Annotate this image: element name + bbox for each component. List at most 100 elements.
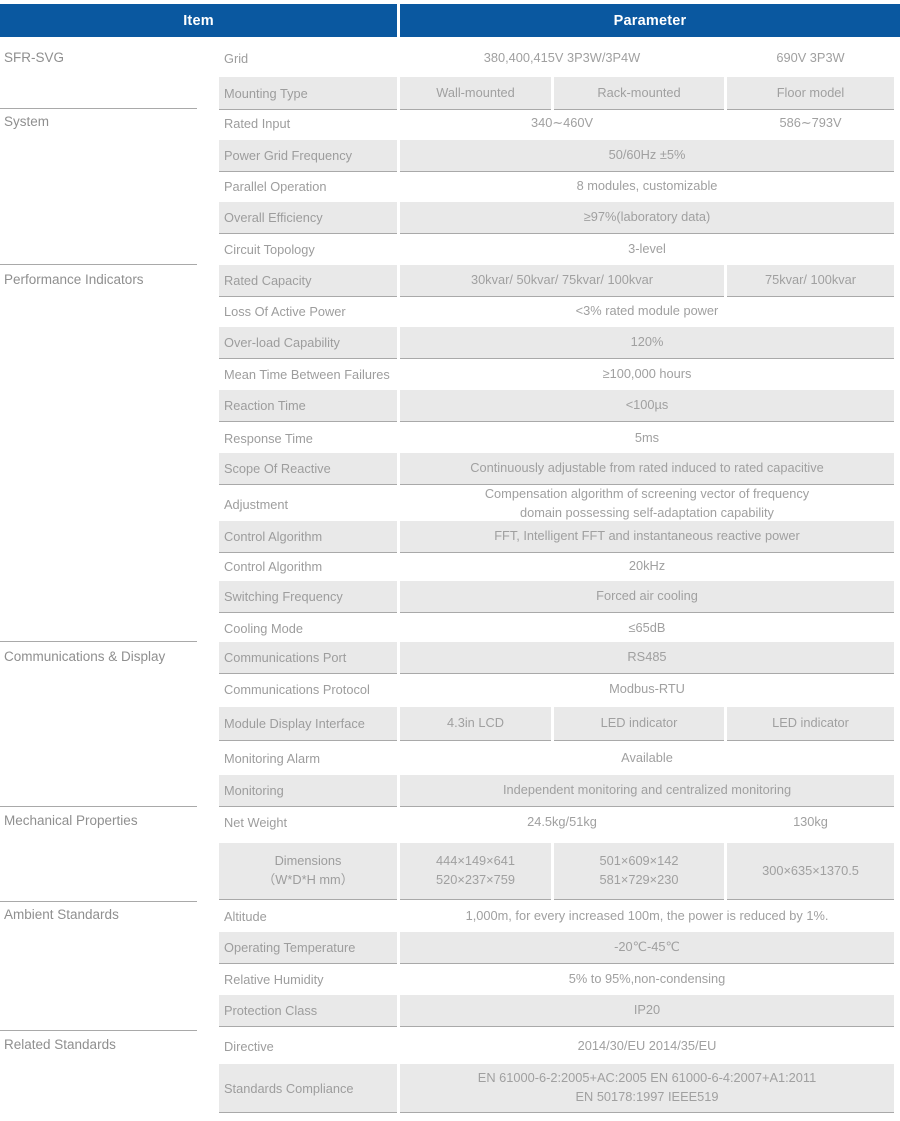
table-row: Adjustment Compensation algorithm of scre…: [0, 486, 900, 522]
row-underline: [219, 740, 397, 741]
table-row: Power Grid Frequency 50/60Hz ±5%: [0, 140, 900, 172]
row-item-label: Switching Frequency: [219, 581, 397, 612]
row-value-cell: LED indicator: [554, 707, 724, 740]
row-item-label: Adjustment: [224, 496, 289, 512]
table-row: Control Algorithm FFT, Intelligent FFT an…: [0, 521, 900, 553]
row-value-cell: Forced air cooling: [400, 581, 894, 612]
row-item-label: Parallel Operation: [224, 178, 327, 194]
row-item-label: Protection Class: [219, 995, 397, 1026]
row-item-label: Monitoring Alarm: [224, 750, 321, 766]
category-separator-rule: [0, 641, 197, 642]
row-underline: [554, 740, 724, 741]
row-value-cell: 3-level: [628, 240, 666, 256]
row-underline: [219, 899, 397, 900]
table-row: Over-load Capability 120%: [0, 327, 900, 359]
row-value-cell: 120%: [400, 327, 894, 358]
category-label: Related Standards: [4, 1037, 116, 1052]
category-separator-rule: [0, 806, 197, 807]
category-label: SFR-SVG: [4, 50, 65, 65]
row-value-cell: Continuously adjustable from rated induc…: [400, 453, 894, 484]
row-underline: [400, 421, 894, 422]
specification-table: Item Parameter Grid 380,400,415V 3P3W/3P4…: [0, 0, 900, 1121]
row-item-label: Control Algorithm: [224, 558, 323, 574]
row-value-cell: 2014/30/EU 2014/35/EU: [577, 1037, 717, 1053]
table-row: Relative Humidity 5% to 95%,non-condensin…: [0, 965, 900, 993]
row-item-label: Rated Input: [224, 115, 291, 131]
row-value-cell: LED indicator: [727, 707, 894, 740]
row-value-cell: 50/60Hz ±5%: [400, 140, 894, 171]
row-underline: [219, 233, 397, 234]
row-value-cell: 501×609×142 581×729×230: [554, 843, 724, 899]
table-row: Loss Of Active Power <3% rated module pow…: [0, 297, 900, 325]
category-label: Ambient Standards: [4, 907, 119, 922]
category-label: Communications & Display: [4, 649, 166, 664]
table-row: Cooling Mode ≤65dB: [0, 614, 900, 642]
table-row: Grid 380,400,415V 3P3W/3P4W 690V 3P3W: [0, 43, 900, 74]
table-row: Response Time 5ms: [0, 424, 900, 452]
table-row: Overall Efficiency ≥97%(laboratory data): [0, 202, 900, 234]
row-item-label: Power Grid Frequency: [219, 140, 397, 171]
category-label: Mechanical Properties: [4, 813, 138, 828]
row-item-label: Communications Protocol: [224, 681, 370, 697]
row-value-cell: 5ms: [634, 429, 660, 445]
row-value-cell: Independent monitoring and centralized m…: [400, 775, 894, 806]
row-underline: [400, 612, 894, 613]
row-item-label: Directive: [224, 1038, 274, 1054]
table-row: Mounting Type Wall-mounted Rack-mounted Flo…: [0, 77, 900, 110]
row-value-cell: Wall-mounted: [400, 77, 551, 109]
row-underline: [219, 1112, 397, 1113]
table-row: Control Algorithm 20kHz: [0, 552, 900, 580]
row-underline: [219, 484, 397, 485]
table-row: Circuit Topology 3-level: [0, 235, 900, 263]
row-value-cell: Available: [621, 749, 673, 765]
row-item-label: Response Time: [224, 430, 313, 446]
row-value-cell: ≤65dB: [628, 619, 666, 635]
row-value-cell: 30kvar/ 50kvar/ 75kvar/ 100kvar: [400, 265, 724, 296]
table-row: Monitoring Alarm Available: [0, 744, 900, 772]
row-item-label: Standards Compliance: [219, 1064, 397, 1112]
row-item-label: Net Weight: [224, 814, 288, 830]
table-row: Operating Temperature -20℃-45℃: [0, 932, 900, 964]
row-value-cell: 5% to 95%,non-condensing: [568, 970, 726, 986]
row-value-cell: 20kHz: [628, 557, 666, 573]
row-underline: [400, 1026, 894, 1027]
category-separator-rule: [0, 264, 197, 265]
row-underline: [400, 899, 551, 900]
row-underline: [219, 673, 397, 674]
table-row: Altitude 1,000m, for every increased 100m…: [0, 902, 900, 930]
row-item-label: Operating Temperature: [219, 932, 397, 963]
row-item-label: Monitoring: [219, 775, 397, 806]
row-item-label: Module Display Interface: [219, 707, 397, 740]
table-row: Monitoring Independent monitoring and cen…: [0, 775, 900, 807]
row-underline: [219, 963, 397, 964]
table-row: Dimensions （W*D*H mm） 444×149×641 520×237×7…: [0, 843, 900, 900]
row-item-label: Circuit Topology: [224, 241, 315, 257]
category-separator-rule: [0, 1030, 197, 1031]
row-value-cell: 586∼793V: [779, 114, 842, 130]
row-underline: [219, 612, 397, 613]
category-label: System: [4, 114, 50, 129]
row-underline: [400, 358, 894, 359]
category-separator-rule: [0, 901, 197, 902]
table-row: Reaction Time <100µs: [0, 390, 900, 422]
row-item-label: Mean Time Between Failures: [224, 366, 390, 382]
row-value-cell: <100µs: [400, 390, 894, 421]
row-item-label: Relative Humidity: [224, 971, 324, 987]
table-row: Parallel Operation 8 modules, customizabl…: [0, 172, 900, 200]
row-item-label: Scope Of Reactive: [219, 453, 397, 484]
row-underline: [400, 963, 894, 964]
row-value-cell: 8 modules, customizable: [576, 177, 718, 193]
row-underline: [554, 899, 724, 900]
row-underline: [400, 740, 551, 741]
row-item-label: Cooling Mode: [224, 620, 303, 636]
table-row: Rated Input 340∼460V 586∼793V: [0, 109, 900, 137]
row-underline: [400, 673, 894, 674]
row-value-cell: Modbus-RTU: [609, 680, 685, 696]
row-value-cell: ≥97%(laboratory data): [400, 202, 894, 233]
row-item-label: Rated Capacity: [219, 265, 397, 296]
row-item-label: Communications Port: [219, 642, 397, 673]
row-underline: [219, 421, 397, 422]
row-value-cell: 75kvar/ 100kvar: [727, 265, 894, 296]
table-row: Directive 2014/30/EU 2014/35/EU: [0, 1031, 900, 1061]
row-item-label: Overall Efficiency: [219, 202, 397, 233]
